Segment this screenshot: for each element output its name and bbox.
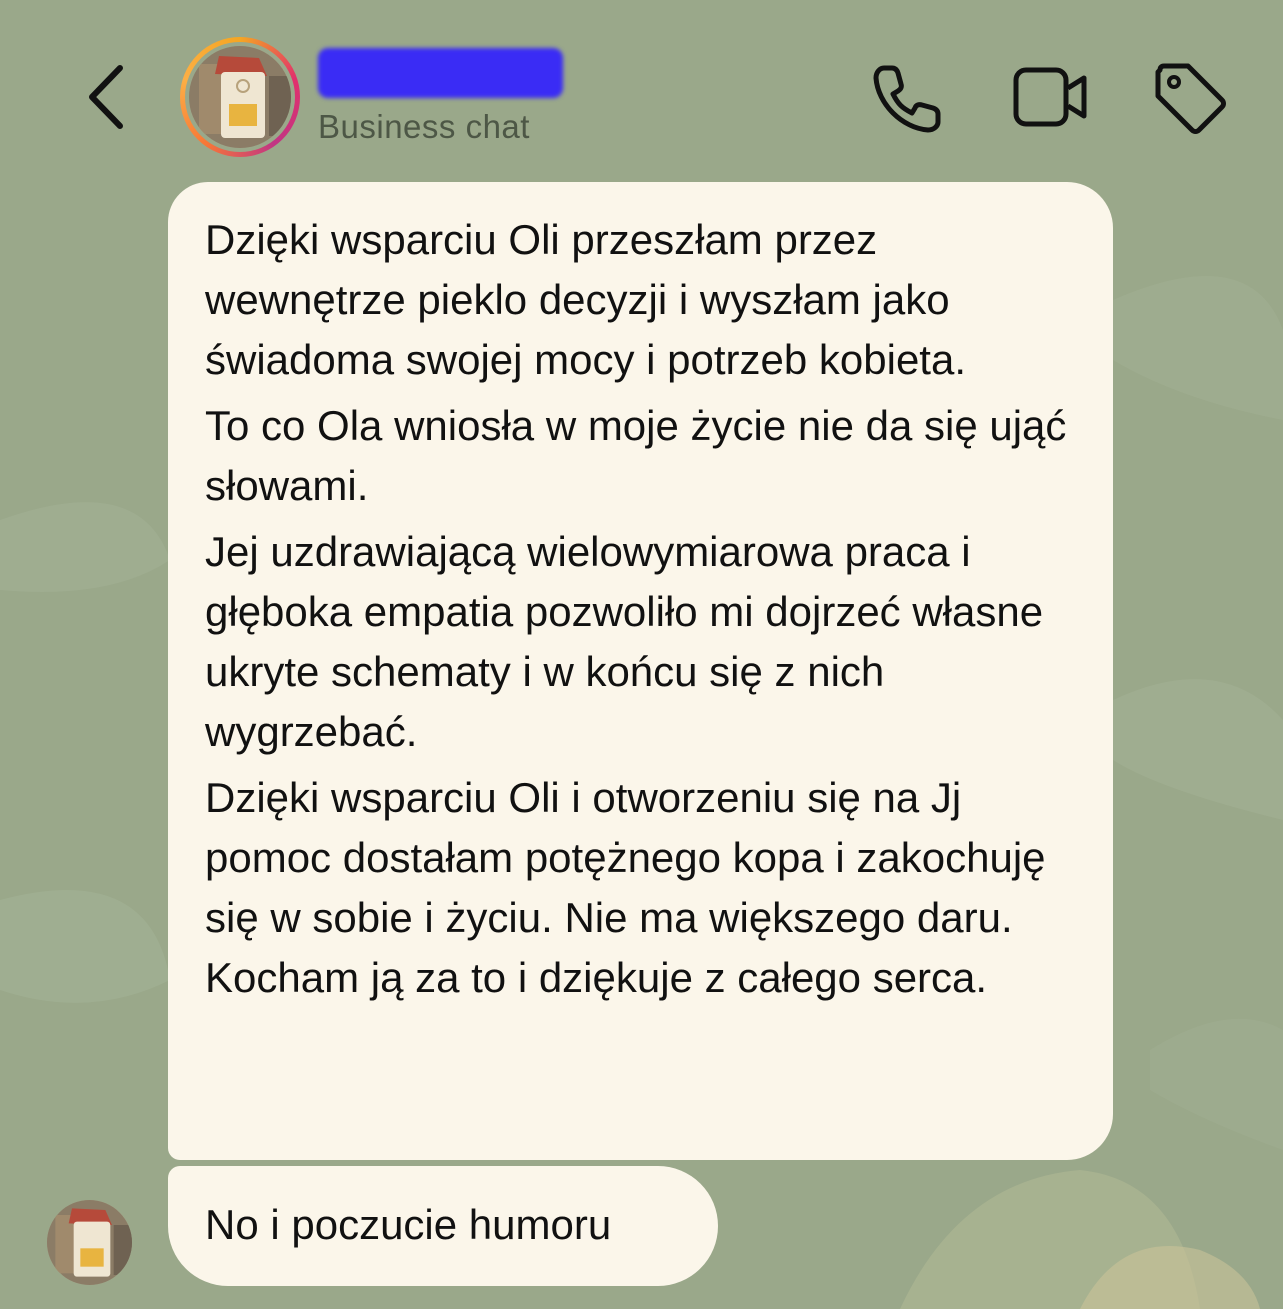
- message-paragraph: Dzięki wsparciu Oli i otworzeniu się na …: [205, 774, 1046, 1001]
- call-button[interactable]: [870, 60, 946, 136]
- tag-icon: [1155, 63, 1226, 134]
- message-paragraph: Jej uzdrawiającą wielowymiarowa praca i …: [205, 528, 1044, 755]
- message-bubble[interactable]: Dzięki wsparciu Oli przeszłam przez wewn…: [168, 182, 1113, 1160]
- video-camera-icon: [1013, 67, 1087, 127]
- chat-header: Business chat: [0, 0, 1283, 175]
- contact-name-redacted[interactable]: [318, 48, 563, 98]
- back-button[interactable]: [80, 60, 140, 135]
- video-call-button[interactable]: [1012, 60, 1088, 136]
- message-paragraph: To co Ola wniosła w moje życie nie da si…: [205, 402, 1067, 509]
- sender-avatar[interactable]: [47, 1200, 132, 1285]
- message-paragraph: Dzięki wsparciu Oli przeszłam przez wewn…: [205, 216, 967, 383]
- label-button[interactable]: [1152, 60, 1228, 136]
- chevron-left-icon: [89, 65, 123, 129]
- chat-subtitle: Business chat: [318, 108, 530, 145]
- contact-avatar[interactable]: [180, 37, 300, 157]
- avatar-image: [189, 46, 291, 148]
- message-bubble[interactable]: No i poczucie humoru: [168, 1166, 718, 1286]
- phone-icon: [873, 65, 941, 133]
- message-text: No i poczucie humoru: [205, 1201, 612, 1248]
